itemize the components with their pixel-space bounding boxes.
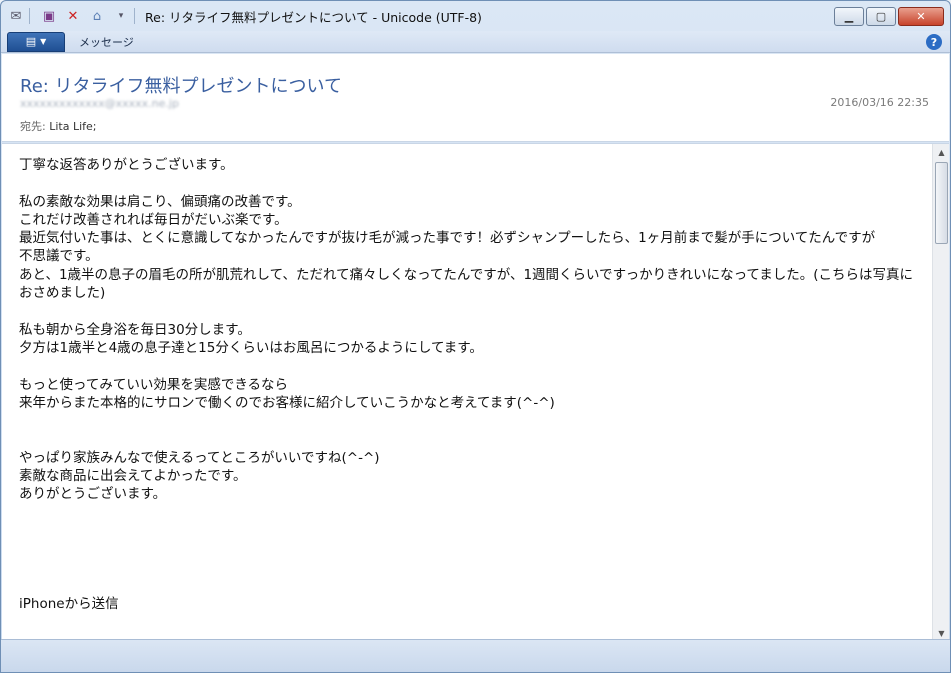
to-recipient[interactable]: Lita Life; <box>49 120 96 133</box>
scroll-thumb[interactable] <box>935 162 948 244</box>
toolbar-separator <box>29 8 30 24</box>
window-title: Re: リタライフ無料プレゼントについて - Unicode (UTF-8) <box>145 9 482 25</box>
sent-datetime: 2016/03/16 22:35 <box>830 96 929 109</box>
envelope-icon[interactable]: ✉ <box>7 7 25 25</box>
vertical-scrollbar[interactable]: ▲ ▼ <box>932 144 949 641</box>
message-window: ✉ ▣ ✕ ⌂ ▾ Re: リタライフ無料プレゼントについて - Unicode… <box>0 0 951 673</box>
toolbar-separator <box>134 8 135 24</box>
ribbon: ▤ ▼ メッセージ ? <box>1 31 950 53</box>
to-line: 宛先: Lita Life; <box>20 118 96 134</box>
help-icon[interactable]: ? <box>926 34 942 50</box>
minimize-button[interactable]: ▁ <box>834 7 864 26</box>
chevron-down-icon: ▼ <box>40 37 47 46</box>
to-label: 宛先: <box>20 120 46 133</box>
move-to-folder-icon[interactable]: ⌂ <box>88 7 106 25</box>
delete-icon[interactable]: ✕ <box>64 7 82 25</box>
scroll-up-arrow-icon[interactable]: ▲ <box>933 144 950 160</box>
customize-toolbar-dropdown-icon[interactable]: ▾ <box>112 7 130 25</box>
message-header: Re: リタライフ無料プレゼントについて xxxxxxxxxxxxx@xxxxx… <box>2 54 949 142</box>
tab-message[interactable]: メッセージ <box>79 34 134 50</box>
title-bar: ✉ ▣ ✕ ⌂ ▾ Re: リタライフ無料プレゼントについて - Unicode… <box>1 1 950 31</box>
maximize-button[interactable]: ▢ <box>866 7 896 26</box>
message-body: 丁寧な返答ありがとうございます。 私の素敵な効果は肩こり、偏頭痛の改善です。 こ… <box>2 143 949 641</box>
file-menu-button[interactable]: ▤ ▼ <box>7 31 65 52</box>
message-subject: Re: リタライフ無料プレゼントについて <box>20 76 343 97</box>
status-bar <box>1 639 950 672</box>
sender-address[interactable]: xxxxxxxxxxxxx@xxxxx.ne.jp <box>20 97 179 110</box>
menu-icon: ▤ <box>25 35 37 48</box>
close-button[interactable]: ✕ <box>898 7 944 26</box>
message-body-text: 丁寧な返答ありがとうございます。 私の素敵な効果は肩こり、偏頭痛の改善です。 こ… <box>19 157 914 613</box>
window-controls: ▁ ▢ ✕ <box>834 7 944 26</box>
save-icon[interactable]: ▣ <box>40 7 58 25</box>
